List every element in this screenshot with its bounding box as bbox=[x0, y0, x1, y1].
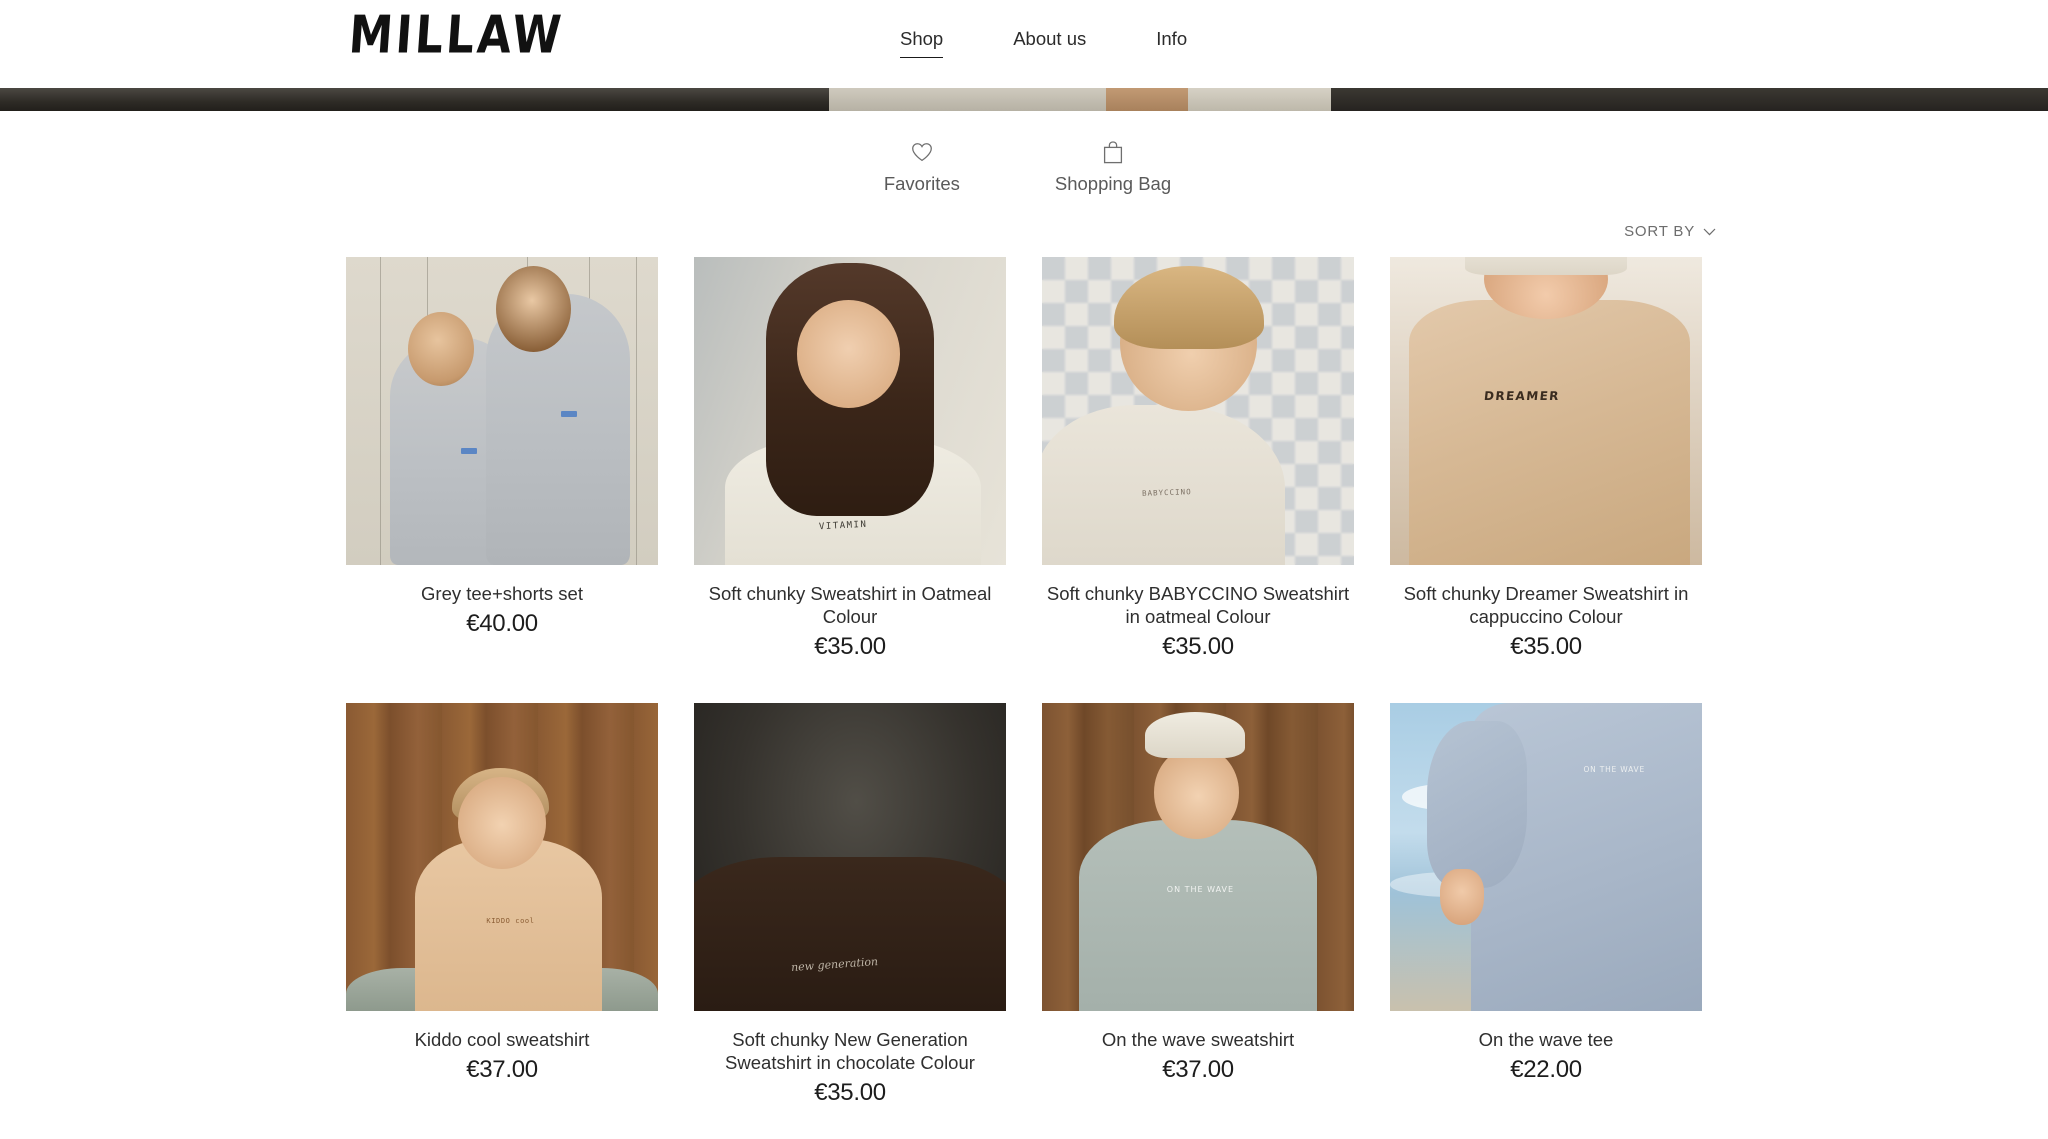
hero-banner-strip bbox=[0, 88, 2048, 111]
product-image-oatmeal-sweatshirt[interactable]: VITAMIN bbox=[694, 257, 1006, 565]
product-card[interactable]: new generation Soft chunky New Generatio… bbox=[694, 703, 1006, 1107]
product-price: €35.00 bbox=[814, 1079, 886, 1106]
site-header: MILLAW Shop About us Info bbox=[0, 0, 2048, 88]
sort-bar: SORT BY bbox=[0, 195, 2048, 240]
garment-print-text: ON THE WAVE bbox=[1583, 764, 1646, 774]
shopping-bag-button[interactable]: Shopping Bag bbox=[1055, 139, 1171, 195]
sort-by-label: SORT BY bbox=[1624, 223, 1695, 240]
product-title: On the wave sweatshirt bbox=[1101, 1029, 1295, 1050]
product-image-dreamer-sweatshirt[interactable]: DREAMER bbox=[1390, 257, 1702, 565]
product-title: Soft chunky BABYCCINO Sweatshirt in oatm… bbox=[1046, 583, 1350, 627]
garment-print-text: ON THE WAVE bbox=[1166, 884, 1235, 894]
product-image-on-the-wave-sweatshirt[interactable]: ON THE WAVE bbox=[1042, 703, 1354, 1011]
product-price: €35.00 bbox=[1510, 633, 1582, 660]
product-title: Soft chunky New Generation Sweatshirt in… bbox=[725, 1029, 975, 1073]
hero-strip-right bbox=[1331, 88, 2048, 111]
product-title: Kiddo cool sweatshirt bbox=[414, 1029, 590, 1050]
garment-print-text: DREAMER bbox=[1482, 389, 1561, 404]
product-price: €35.00 bbox=[814, 633, 886, 660]
product-title: Soft chunky Dreamer Sweatshirt in cappuc… bbox=[1403, 583, 1689, 627]
chevron-down-icon bbox=[1703, 223, 1716, 240]
nav-item-about-us[interactable]: About us bbox=[1013, 28, 1086, 58]
nav-item-shop[interactable]: Shop bbox=[900, 28, 944, 58]
garment-print-text: KIDDO cool bbox=[486, 916, 535, 925]
product-image-grey-tee-shorts-set[interactable] bbox=[346, 257, 658, 565]
shopping-bag-icon bbox=[1103, 139, 1123, 165]
shopping-bag-label: Shopping Bag bbox=[1054, 173, 1172, 194]
product-card[interactable]: ON THE WAVE On the wave sweatshirt €37.0… bbox=[1042, 703, 1354, 1107]
product-title: On the wave tee bbox=[1478, 1029, 1614, 1050]
product-card[interactable]: VITAMIN Soft chunky Sweatshirt in Oatmea… bbox=[694, 257, 1006, 661]
product-price: €35.00 bbox=[1162, 633, 1234, 660]
product-card[interactable]: DREAMER Soft chunky Dreamer Sweatshirt i… bbox=[1390, 257, 1702, 661]
utility-bar: Favorites Shopping Bag bbox=[0, 111, 2048, 195]
product-price: €40.00 bbox=[466, 610, 538, 637]
heart-icon bbox=[911, 139, 933, 165]
product-price: €22.00 bbox=[1510, 1056, 1582, 1083]
product-grid: Grey tee+shorts set €40.00 VITAMIN Soft … bbox=[0, 240, 2048, 1107]
product-card[interactable]: Grey tee+shorts set €40.00 bbox=[346, 257, 658, 661]
product-image-new-generation-sweatshirt[interactable]: new generation bbox=[694, 703, 1006, 1011]
sort-by-dropdown[interactable]: SORT BY bbox=[1624, 223, 1716, 240]
brand-logo[interactable]: MILLAW bbox=[347, 5, 566, 65]
favorites-label: Favorites bbox=[883, 173, 960, 194]
product-title: Grey tee+shorts set bbox=[421, 583, 583, 604]
main-navigation: Shop About us Info bbox=[900, 28, 1187, 58]
product-title: Soft chunky Sweatshirt in Oatmeal Colour bbox=[708, 583, 992, 627]
product-image-kiddo-cool-sweatshirt[interactable]: KIDDO cool bbox=[346, 703, 658, 1011]
hero-strip-mid-right bbox=[1187, 88, 1332, 111]
hero-strip-mid bbox=[829, 88, 1106, 111]
product-price: €37.00 bbox=[466, 1056, 538, 1083]
product-price: €37.00 bbox=[1162, 1056, 1234, 1083]
nav-item-info[interactable]: Info bbox=[1156, 28, 1187, 58]
favorites-button[interactable]: Favorites bbox=[877, 139, 967, 195]
hero-strip-mid-skin bbox=[1105, 88, 1188, 111]
product-card[interactable]: ON THE WAVE On the wave tee €22.00 bbox=[1390, 703, 1702, 1107]
hero-strip-left bbox=[0, 88, 830, 111]
product-card[interactable]: BABYCCINO Soft chunky BABYCCINO Sweatshi… bbox=[1042, 257, 1354, 661]
product-image-on-the-wave-tee[interactable]: ON THE WAVE bbox=[1390, 703, 1702, 1011]
product-card[interactable]: KIDDO cool Kiddo cool sweatshirt €37.00 bbox=[346, 703, 658, 1107]
product-image-babyccino-sweatshirt[interactable]: BABYCCINO bbox=[1042, 257, 1354, 565]
